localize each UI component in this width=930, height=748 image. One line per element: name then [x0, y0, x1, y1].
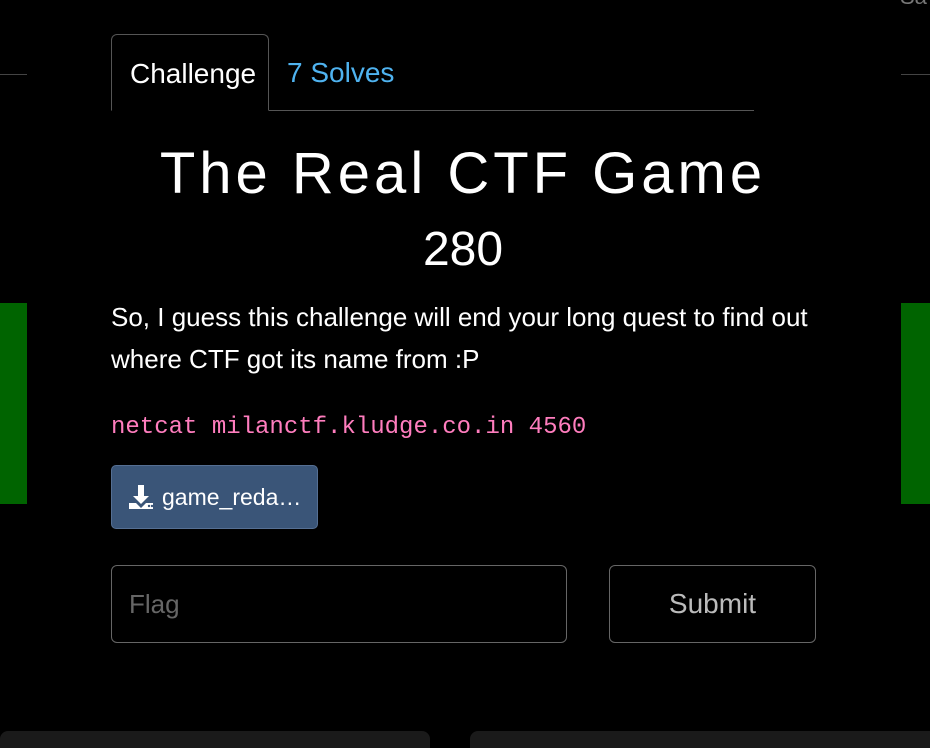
challenge-points: 280 — [422, 223, 504, 276]
challenge-tabs: Challenge 7 Solves — [111, 34, 754, 111]
background-bottom-card-left — [0, 731, 430, 748]
download-icon — [129, 485, 154, 509]
connection-command: netcat milanctf.kludge.co.in 4560 — [111, 414, 587, 441]
challenge-title: The Real CTF Game — [159, 141, 767, 206]
background-card-left — [0, 303, 27, 504]
tab-solves[interactable]: 7 Solves — [269, 34, 412, 110]
background-divider-left — [0, 74, 27, 75]
background-card-right — [901, 303, 930, 504]
background-corner-text: Sa — [900, 0, 927, 10]
download-file-button[interactable]: game_reda… — [111, 465, 318, 529]
challenge-page: Sa Challenge 7 Solves The Real CTF Game … — [0, 0, 930, 748]
background-divider-right — [901, 74, 930, 75]
tab-challenge[interactable]: Challenge — [111, 34, 269, 111]
submit-button[interactable]: Submit — [609, 565, 816, 643]
background-bottom-card-right — [470, 731, 930, 748]
challenge-description: So, I guess this challenge will end your… — [111, 302, 808, 374]
flag-input[interactable] — [111, 565, 567, 643]
download-file-label: game_reda… — [162, 483, 302, 510]
